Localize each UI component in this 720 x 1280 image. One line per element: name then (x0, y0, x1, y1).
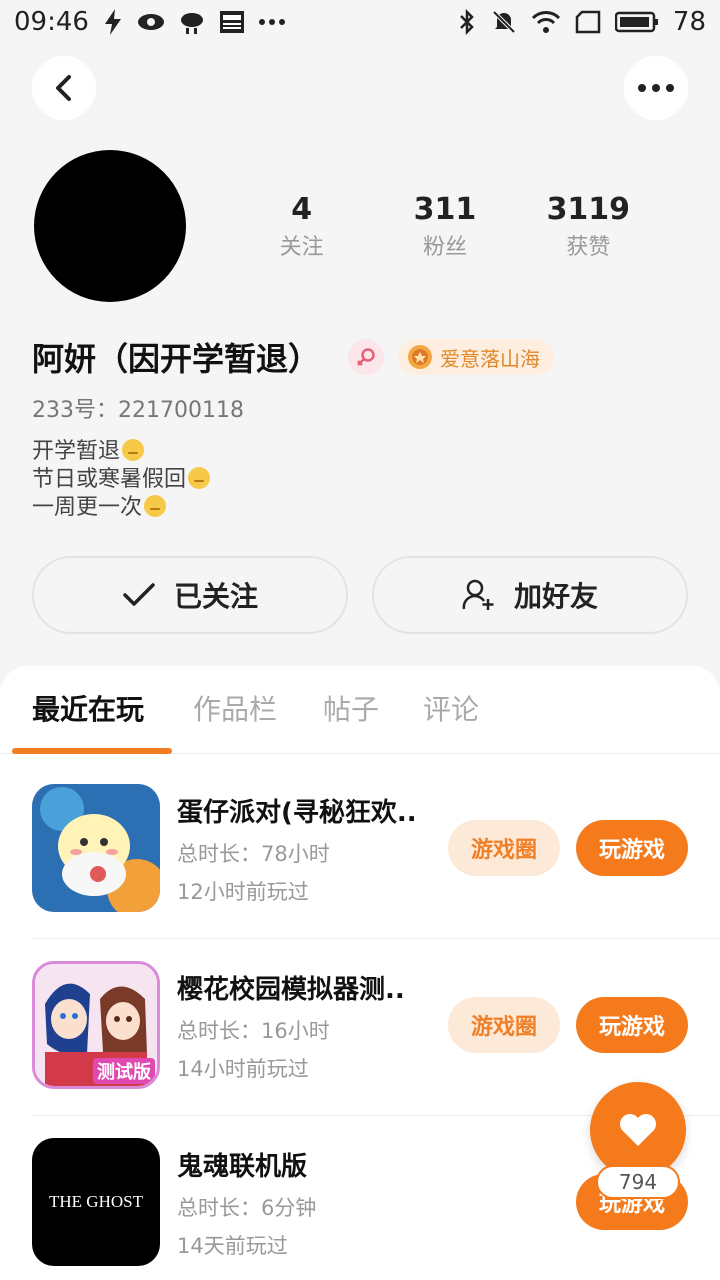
heart-icon (620, 1114, 656, 1146)
add-friend-button[interactable]: 加好友 (372, 556, 688, 634)
more-options-button[interactable] (624, 56, 688, 120)
play-game-button[interactable]: 玩游戏 (576, 997, 688, 1053)
female-gender-icon (348, 339, 385, 375)
stat-likes-label: 获赞 (566, 235, 611, 260)
title-badge-label: 爱意落山海 (440, 346, 541, 371)
tab-works[interactable]: 作品栏 (193, 688, 277, 728)
name-row: 阿妍（因开学暂退） 爱意落山海 (32, 334, 555, 380)
stat-likes-value: 3119 (546, 192, 631, 227)
stat-following-value: 4 (291, 192, 313, 227)
sad-face-emoji-icon (122, 439, 145, 461)
wifi-icon (531, 11, 560, 33)
game-title[interactable]: 樱花校园模拟器测.. (177, 969, 437, 1006)
stat-followers[interactable]: 311 粉丝 (373, 190, 516, 266)
followed-button[interactable]: 已关注 (32, 556, 348, 634)
eye-icon (137, 14, 164, 30)
check-icon (123, 583, 155, 606)
status-bar: 09:46 78 (0, 0, 720, 44)
game-last-played: 14天前玩过 (177, 1234, 288, 1258)
kiss-face-emoji-icon (144, 495, 167, 517)
bio: 开学暂退 节日或寒暑假回 一周更一次 (32, 438, 211, 522)
stat-followers-value: 311 (413, 192, 477, 227)
tab-posts[interactable]: 帖子 (323, 688, 379, 728)
weather-icon (180, 13, 203, 34)
profile-name: 阿妍（因开学暂退） (32, 340, 321, 378)
more-notifications-icon (258, 19, 285, 25)
bluetooth-icon (460, 9, 474, 35)
bio-line: 开学暂退 (32, 439, 121, 464)
stat-followers-label: 粉丝 (422, 235, 467, 260)
game-last-played: 12小时前玩过 (177, 880, 309, 904)
like-button[interactable] (590, 1082, 686, 1178)
tab-comments[interactable]: 评论 (423, 688, 479, 728)
stat-following[interactable]: 4 关注 (230, 190, 373, 266)
bio-line: 节日或寒暑假回 (32, 467, 187, 492)
flash-icon (104, 9, 121, 35)
like-count: 794 (596, 1165, 680, 1199)
status-time: 09:46 (14, 7, 89, 37)
news-icon (219, 11, 244, 33)
battery-icon (614, 11, 658, 33)
game-duration: 总时长：16小时 (177, 1019, 330, 1043)
game-row[interactable]: 蛋仔派对(寻秘狂欢.. 总时长：78小时 12小时前玩过 游戏圈 玩游戏 (32, 762, 720, 939)
avatar[interactable] (34, 150, 186, 302)
game-title[interactable]: 蛋仔派对(寻秘狂欢.. (177, 792, 437, 829)
game-icon-eggy-party[interactable] (32, 784, 160, 912)
profile-stats: 4 关注 311 粉丝 3119 获赞 (230, 190, 660, 266)
game-circle-button[interactable]: 游戏圈 (448, 820, 560, 876)
add-friend-button-label: 加好友 (513, 580, 598, 613)
more-icon (638, 84, 674, 92)
mute-icon (492, 10, 516, 34)
game-duration: 总时长：6分钟 (177, 1196, 317, 1220)
active-tab-indicator (12, 748, 172, 754)
game-duration: 总时长：78小时 (177, 842, 330, 866)
game-icon-the-ghost[interactable]: THE GHOST (32, 1138, 160, 1266)
user-id: 233号：221700118 (32, 398, 244, 423)
bio-line: 一周更一次 (32, 495, 143, 520)
back-button[interactable] (32, 56, 96, 120)
sim-icon (575, 10, 601, 34)
kiss-face-emoji-icon (188, 467, 211, 489)
game-icon-sakura-school[interactable]: 测试版 (32, 961, 160, 1089)
game-circle-button[interactable]: 游戏圈 (448, 997, 560, 1053)
title-badge[interactable]: 爱意落山海 (398, 339, 555, 375)
play-game-button[interactable]: 玩游戏 (576, 820, 688, 876)
test-version-badge: 测试版 (93, 1058, 155, 1084)
game-title[interactable]: 鬼魂联机版 (177, 1146, 437, 1183)
back-arrow-icon (56, 75, 71, 101)
tab-recent-play[interactable]: 最近在玩 (32, 688, 144, 728)
stat-likes[interactable]: 3119 获赞 (517, 190, 660, 266)
add-user-icon (462, 579, 494, 610)
game-last-played: 14小时前玩过 (177, 1057, 309, 1081)
battery-level: 78 (672, 7, 706, 37)
stat-following-label: 关注 (279, 235, 324, 260)
followed-button-label: 已关注 (173, 580, 258, 613)
tab-bar: 最近在玩 作品栏 帖子 评论 (0, 666, 720, 754)
badge-medal-icon (408, 345, 433, 369)
the-ghost-logo-text: THE GHOST (49, 1192, 143, 1211)
